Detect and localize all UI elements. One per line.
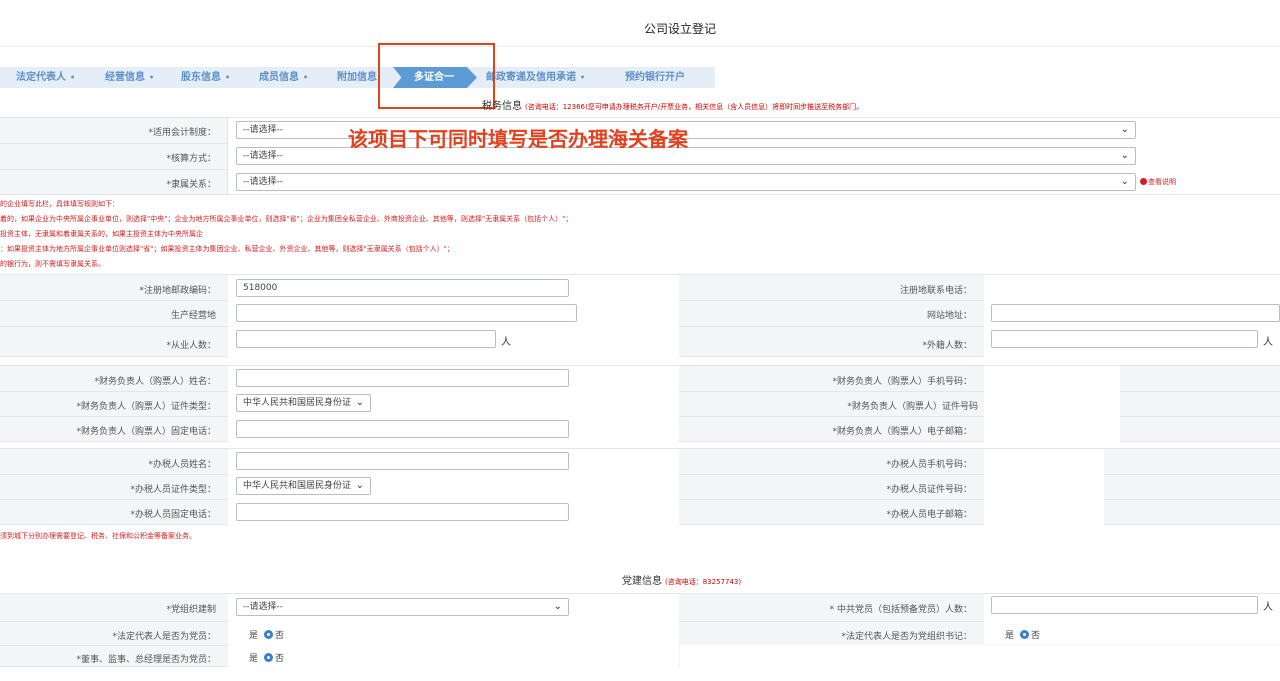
radio-no-label[interactable]: 否 [1031, 631, 1040, 641]
fin-email-label: *财务负责人（购票人）电子邮箱： [832, 427, 972, 437]
fin-phone-input[interactable] [236, 420, 569, 438]
party-blank-area [680, 646, 1280, 681]
tax-name-input[interactable] [236, 452, 569, 470]
party-section-note: (咨询电话：83257743) [665, 578, 742, 586]
radio-yes-label[interactable]: 是 [249, 631, 258, 641]
step-additional[interactable]: 附加信息 [337, 67, 381, 88]
chevron-down-icon: ⌄ [553, 601, 562, 612]
chevron-down-icon: ⌄ [1120, 176, 1129, 187]
employees-input[interactable] [236, 330, 496, 348]
foreign-unit: 人 [1263, 337, 1273, 348]
fin-idno-label: *财务负责人（购票人）证件号码 [847, 402, 978, 412]
radio-yes-label[interactable]: 是 [249, 654, 258, 664]
affil-note-3: ：如果投资主体为地方所属企事业单位则选择"省"；如果投资主体为集团企业、私营企业… [0, 245, 454, 253]
callout-annotation: 该项目下可同时填写是否办理海关备案 [348, 127, 688, 151]
party-org-label: *党组织建制 [166, 605, 216, 615]
employees-unit: 人 [501, 337, 511, 348]
fin-idtype-select[interactable]: 中华人民共和国居民身份证 ⌄ [236, 394, 371, 412]
highlight-box [378, 43, 495, 109]
tax-mobile-label: *办税人员手机号码： [886, 460, 972, 470]
radio-no-label[interactable]: 否 [275, 654, 284, 664]
tax-right-area [984, 449, 1104, 549]
step-legal-rep[interactable]: 法定代表人 • [16, 67, 75, 88]
help-icon [1140, 178, 1147, 185]
employees-label: *从业人数： [166, 341, 216, 351]
fin-name-label: *财务负责人（购票人）姓名： [94, 377, 216, 387]
postcode-input[interactable]: 518000 [236, 279, 569, 297]
website-label: 网站地址： [926, 311, 972, 321]
radio-checked-icon[interactable] [1020, 630, 1030, 639]
step-members[interactable]: 成员信息 • [259, 67, 308, 88]
affil-select[interactable]: --请选择-- ⌄ [236, 173, 1136, 191]
postcode-label: *注册地邮政编码： [139, 286, 216, 296]
chevron-down-icon: ⌄ [355, 478, 364, 494]
step-shareholders[interactable]: 股东信息 • [181, 67, 230, 88]
tax-idtype-select[interactable]: 中华人民共和国居民身份证 ⌄ [236, 477, 371, 495]
tax-bottom-note: 须到城下分别办理需要登记、税务、社保和公积金等备案业务。 [0, 532, 196, 540]
step-business-info[interactable]: 经营信息 • [105, 67, 154, 88]
radio-yes-label[interactable]: 是 [1005, 631, 1014, 641]
affil-label: *隶属关系： [166, 180, 216, 190]
step-bar: 法定代表人 • 经营信息 • 股东信息 • 成员信息 • 附加信息 邮政寄递及信用承诺 •… [0, 67, 715, 88]
legal-sec-label: *法定代表人是否为党组织书记： [841, 632, 972, 642]
affil-note-2: 投资主体，无隶属和着隶属关系的，如果主投资主体为中央所属企 [0, 230, 203, 238]
calc-label: *核算方式： [166, 154, 216, 164]
radio-no-label[interactable]: 否 [275, 631, 284, 641]
party-section-title: 党建信息 (咨询电话：83257743) [622, 576, 742, 587]
affil-note-1: 着的，如果企业为中央所属企事业单位，则选择"中央"；企业为地方所属企事业单位，则… [0, 215, 573, 223]
fin-right-area [984, 366, 1120, 442]
foreign-label: *外籍人数： [922, 341, 972, 351]
directors-party-label: *董事、监事、总经理是否为党员： [76, 655, 216, 665]
legal-rep-party-radio[interactable]: 是否 [249, 628, 284, 641]
affil-note-0: 的企业填写此栏，具体填写规则如下： [0, 200, 119, 208]
fin-idtype-label: *财务负责人（购票人）证件类型： [76, 402, 216, 412]
tax-idno-label: *办税人员证件号码： [886, 485, 972, 495]
chevron-down-icon: ⌄ [1120, 124, 1129, 135]
col-divider [227, 117, 228, 195]
chevron-down-icon: ⌄ [1120, 150, 1129, 161]
affil-note-4: 的银行为，则不需填写隶属关系。 [0, 260, 105, 268]
step-postal-credit[interactable]: 邮政寄递及信用承诺 • [486, 67, 585, 88]
top-divider [0, 46, 1280, 47]
reg-phone-label: 注册地联系电话： [899, 286, 972, 296]
tax-idtype-label: *办税人员证件类型： [130, 485, 216, 495]
tax-section-title: 税务信息 (咨询电话：12366)您可申请办理税务开户/开票业务，相关信息（含人员… [482, 101, 864, 112]
prod-addr-label: 生产经营地 [170, 311, 216, 321]
legal-sec-radio[interactable]: 是否 [1005, 628, 1040, 641]
tax-phone-label: *办税人员固定电话： [130, 510, 216, 520]
radio-checked-icon[interactable] [264, 630, 274, 639]
legal-rep-party-label: *法定代表人是否为党员： [112, 632, 216, 642]
fin-mobile-label: *财务负责人（购票人）手机号码： [832, 377, 972, 387]
party-org-select[interactable]: --请选择-- ⌄ [236, 598, 569, 616]
page-title: 公司设立登记 [643, 22, 716, 36]
party-members-input[interactable] [991, 596, 1258, 614]
directors-party-radio[interactable]: 是否 [249, 651, 284, 664]
tax-phone-input[interactable] [236, 503, 569, 521]
radio-checked-icon[interactable] [264, 653, 274, 662]
view-help-link[interactable]: 查看说明 [1140, 177, 1176, 187]
prod-addr-input[interactable] [236, 304, 577, 322]
step-bank-account[interactable]: 预约银行开户 [625, 67, 689, 88]
website-input[interactable] [991, 304, 1280, 322]
tax-email-label: *办税人员电子邮箱： [886, 510, 972, 520]
accounting-label: *适用会计制度： [148, 128, 216, 138]
tax-section-note: (咨询电话：12366)您可申请办理税务开户/开票业务，相关信息（含人员信息）将… [525, 103, 864, 111]
fin-phone-label: *财务负责人（购票人）固定电话： [76, 427, 216, 437]
party-members-unit: 人 [1263, 602, 1273, 613]
party-members-label: * 中共党员（包括预备党员）人数： [829, 605, 972, 615]
tax-name-label: *办税人员姓名： [148, 460, 216, 470]
fin-name-input[interactable] [236, 369, 569, 387]
chevron-down-icon: ⌄ [355, 395, 364, 411]
foreign-input[interactable] [991, 330, 1258, 348]
